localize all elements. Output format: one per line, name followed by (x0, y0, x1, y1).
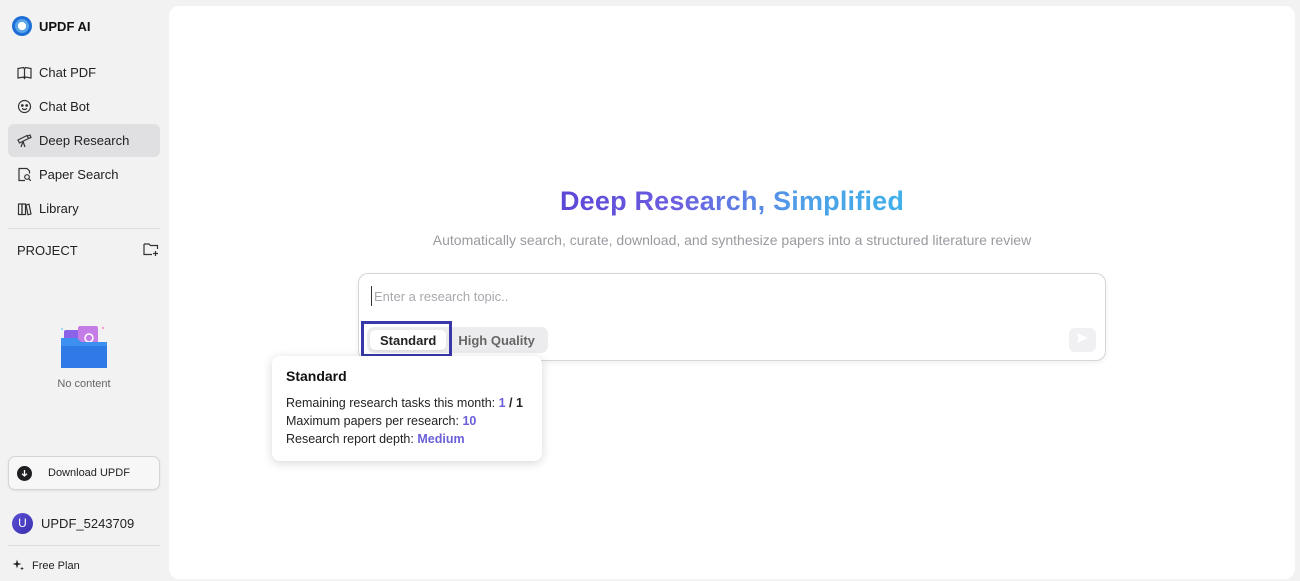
sidebar-bottom-divider (8, 545, 160, 546)
sidebar-item-label: Chat Bot (39, 99, 90, 114)
project-label: PROJECT (17, 242, 78, 258)
project-header: PROJECT (17, 240, 159, 260)
sidebar-nav: Chat PDF Chat Bot Deep Research Paper Se… (8, 56, 160, 226)
tooltip-value-total: 1 (516, 396, 523, 410)
page-title: Deep Research, Simplified (169, 186, 1295, 217)
tooltip-label: Research report depth: (286, 432, 414, 446)
project-empty-state: No content (34, 324, 134, 390)
brand-name: UPDF AI (39, 18, 91, 34)
download-updf-button[interactable]: Download UPDF (8, 456, 160, 490)
bot-icon (16, 99, 32, 115)
tooltip-label: Maximum papers per research: (286, 414, 459, 428)
book-icon (16, 65, 32, 81)
new-folder-icon[interactable] (143, 242, 159, 259)
mode-tooltip: Standard Remaining research tasks this m… (272, 356, 542, 461)
tooltip-row-remaining: Remaining research tasks this month: 1 /… (286, 394, 528, 412)
sidebar-item-label: Paper Search (39, 167, 119, 182)
library-icon (16, 201, 32, 217)
plan-indicator[interactable]: Free Plan (12, 558, 80, 574)
tooltip-value-used: 1 (498, 396, 506, 410)
sidebar-item-chat-pdf[interactable]: Chat PDF (8, 56, 160, 89)
download-label: Download UPDF (48, 467, 130, 479)
user-profile[interactable]: U UPDF_5243709 (12, 512, 134, 534)
tooltip-value: 10 (462, 414, 477, 428)
brand[interactable]: UPDF AI (12, 14, 91, 38)
empty-text: No content (57, 378, 111, 390)
tooltip-row-depth: Research report depth: Medium (286, 430, 528, 448)
tooltip-label: Remaining research tasks this month: (286, 396, 496, 410)
sidebar-item-label: Library (39, 201, 79, 216)
telescope-icon (16, 133, 32, 149)
sparkle-icon (12, 559, 24, 574)
sidebar-item-label: Chat PDF (39, 65, 97, 80)
sidebar-item-paper-search[interactable]: Paper Search (8, 158, 160, 191)
updf-logo-icon (12, 16, 32, 36)
doc-search-icon (16, 167, 32, 183)
research-input-box: Standard High Quality (358, 273, 1106, 361)
mode-toggle: Standard High Quality (367, 327, 548, 353)
user-name: UPDF_5243709 (41, 515, 135, 531)
mode-high-quality-button[interactable]: High Quality (448, 330, 545, 350)
mode-standard-button[interactable]: Standard (370, 330, 447, 350)
avatar: U (12, 512, 33, 534)
sidebar-item-library[interactable]: Library (8, 192, 160, 225)
send-icon (1076, 331, 1089, 349)
plan-label: Free Plan (32, 560, 80, 572)
sidebar-item-label: Deep Research (39, 133, 130, 148)
sidebar: UPDF AI Chat PDF Chat Bot Deep Research … (0, 0, 168, 581)
send-button[interactable] (1069, 328, 1096, 352)
page-title-text: Deep Research, Simplified (559, 186, 905, 216)
download-icon (17, 465, 32, 481)
tooltip-separator: / (509, 396, 513, 410)
sidebar-divider (8, 228, 160, 229)
empty-folder-icon (56, 324, 112, 372)
page-subtitle: Automatically search, curate, download, … (432, 232, 1032, 248)
main-panel: Deep Research, Simplified Automatically … (169, 6, 1295, 579)
sidebar-item-chat-bot[interactable]: Chat Bot (8, 90, 160, 123)
tooltip-row-max-papers: Maximum papers per research: 10 (286, 412, 528, 430)
tooltip-title: Standard (286, 368, 347, 384)
sidebar-item-deep-research[interactable]: Deep Research (8, 124, 160, 157)
research-topic-input[interactable] (371, 286, 1051, 306)
tooltip-value: Medium (417, 432, 465, 446)
